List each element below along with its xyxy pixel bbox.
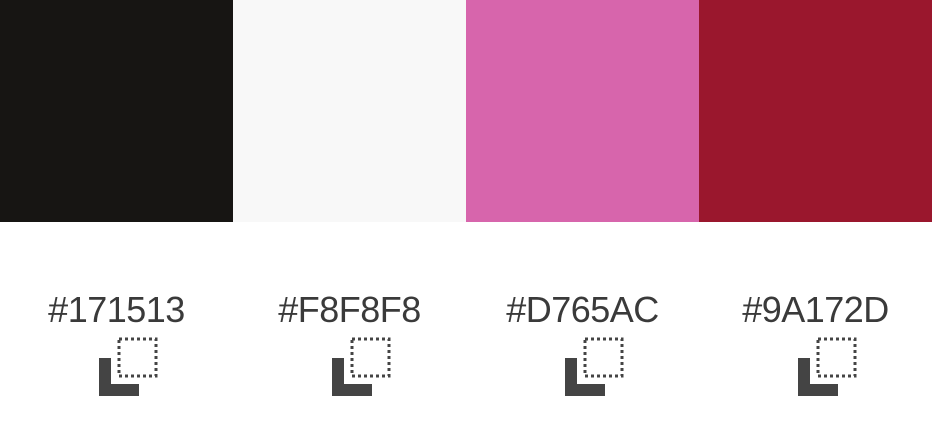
copy-hex-button[interactable]	[97, 334, 161, 398]
copy-icon	[798, 337, 857, 396]
color-swatch-3[interactable]	[466, 0, 699, 222]
swatch-row	[0, 0, 932, 222]
color-palette: #171513 #F8F8F8 #D765AC #9A172D	[0, 0, 932, 425]
copy-icon	[565, 337, 624, 396]
color-swatch-4[interactable]	[699, 0, 932, 222]
hex-code-label: #9A172D	[742, 289, 889, 330]
copy-hex-button[interactable]	[796, 334, 860, 398]
color-entry-2: #F8F8F8	[233, 222, 466, 425]
color-entry-3: #D765AC	[466, 222, 699, 425]
hex-code-label: #F8F8F8	[278, 289, 421, 330]
hex-label-row: #171513 #F8F8F8 #D765AC #9A172D	[0, 222, 932, 425]
copy-icon	[99, 337, 158, 396]
hex-code-label: #D765AC	[506, 289, 659, 330]
color-entry-1: #171513	[0, 222, 233, 425]
copy-hex-button[interactable]	[563, 334, 627, 398]
copy-hex-button[interactable]	[330, 334, 394, 398]
color-swatch-1[interactable]	[0, 0, 233, 222]
color-swatch-2[interactable]	[233, 0, 466, 222]
color-entry-4: #9A172D	[699, 222, 932, 425]
copy-icon	[332, 337, 391, 396]
hex-code-label: #171513	[48, 289, 185, 330]
